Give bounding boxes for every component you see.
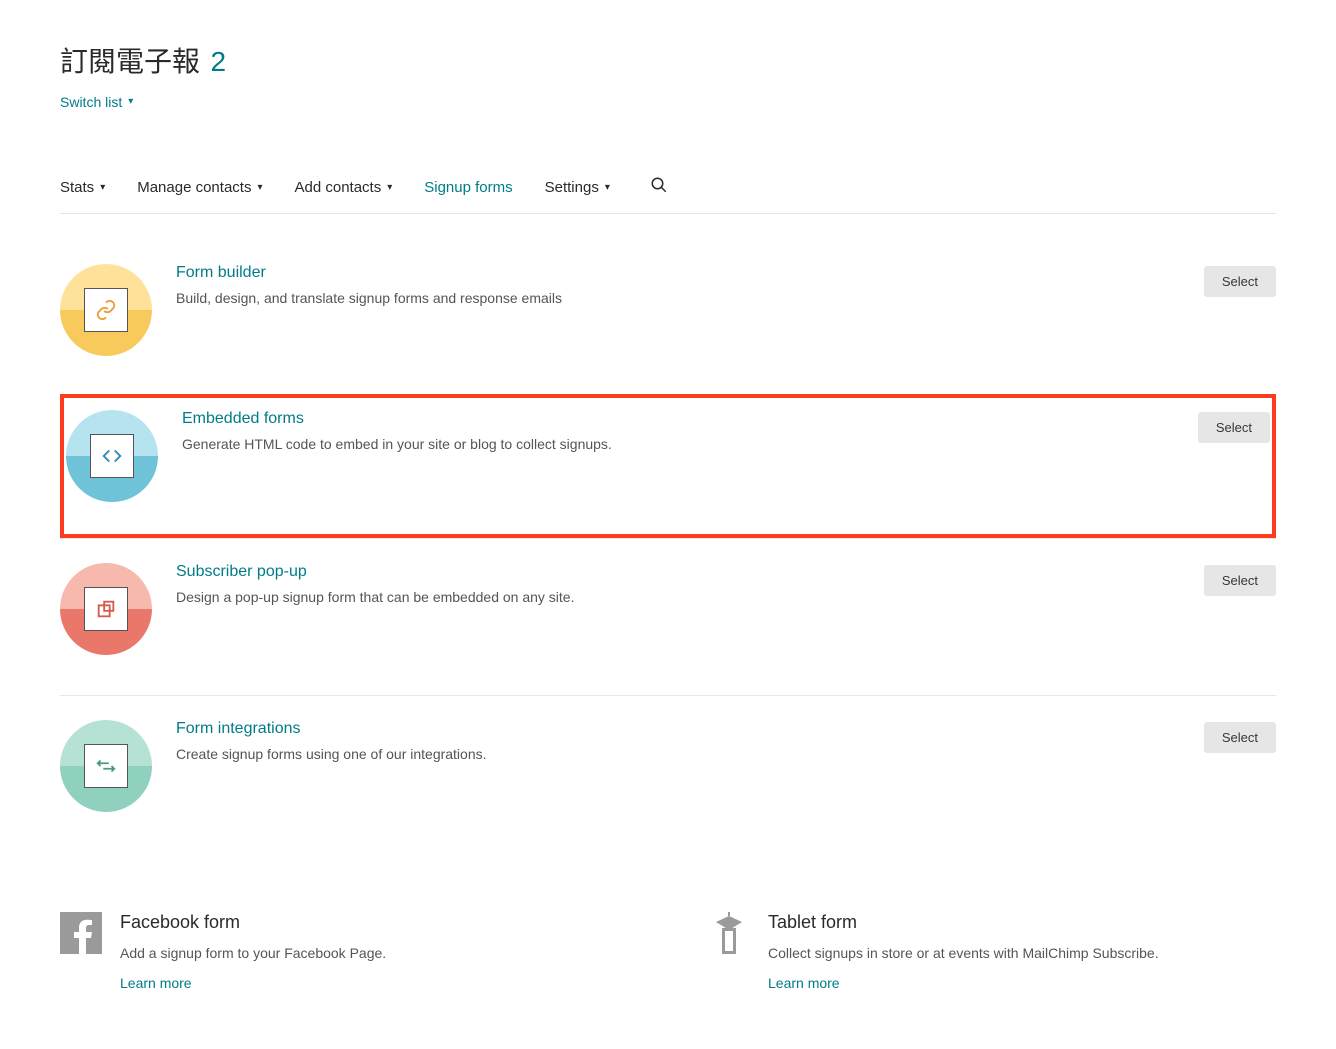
tab-manage-contacts[interactable]: Manage contacts ▾ <box>137 165 262 210</box>
tab-label: Settings <box>545 179 599 196</box>
card-text: Tablet form Collect signups in store or … <box>768 912 1159 993</box>
search-button[interactable] <box>650 162 668 213</box>
tab-stats[interactable]: Stats ▾ <box>60 165 105 210</box>
form-text: Form builder Build, design, and translat… <box>176 264 1180 309</box>
form-list: Form builder Build, design, and translat… <box>60 254 1276 852</box>
tab-settings[interactable]: Settings ▾ <box>545 165 610 210</box>
tablet-icon <box>708 912 750 954</box>
tab-add-contacts[interactable]: Add contacts ▾ <box>295 165 393 210</box>
form-row-embedded-forms: Embedded forms Generate HTML code to emb… <box>60 394 1276 538</box>
form-row-subscriber-popup: Subscriber pop-up Design a pop-up signup… <box>60 538 1276 695</box>
form-row-form-integrations: Form integrations Create signup forms us… <box>60 695 1276 852</box>
code-icon <box>101 445 123 467</box>
select-button[interactable]: Select <box>1204 565 1276 596</box>
card-desc: Collect signups in store or at events wi… <box>768 945 1159 961</box>
form-integrations-icon <box>60 720 152 812</box>
tab-label: Stats <box>60 179 94 196</box>
bottom-cards: Facebook form Add a signup form to your … <box>60 912 1276 993</box>
tab-label: Manage contacts <box>137 179 251 196</box>
page-header: 訂閱電子報 2 <box>60 40 1276 80</box>
switch-list-label: Switch list <box>60 94 122 110</box>
form-text: Form integrations Create signup forms us… <box>176 720 1180 765</box>
form-desc: Design a pop-up signup form that can be … <box>176 587 1180 608</box>
form-row-form-builder: Form builder Build, design, and translat… <box>60 254 1276 396</box>
learn-more-link[interactable]: Learn more <box>768 975 840 991</box>
arrows-icon <box>95 755 117 777</box>
embedded-forms-icon <box>66 410 158 502</box>
form-desc: Build, design, and translate signup form… <box>176 288 1180 309</box>
form-builder-icon <box>60 264 152 356</box>
tab-label: Add contacts <box>295 179 382 196</box>
card-tablet-form: Tablet form Collect signups in store or … <box>708 912 1276 993</box>
card-facebook-form: Facebook form Add a signup form to your … <box>60 912 628 993</box>
form-title-link[interactable]: Subscriber pop-up <box>176 563 1180 581</box>
chevron-down-icon: ▾ <box>387 183 392 193</box>
page-subscriber-count: 2 <box>210 46 226 77</box>
facebook-icon <box>60 912 102 954</box>
form-desc: Create signup forms using one of our int… <box>176 744 1180 765</box>
form-title-link[interactable]: Embedded forms <box>182 410 1174 428</box>
chevron-down-icon: ▾ <box>257 183 262 193</box>
card-title: Facebook form <box>120 912 386 933</box>
card-desc: Add a signup form to your Facebook Page. <box>120 945 386 961</box>
card-title: Tablet form <box>768 912 1159 933</box>
nav-tabs: Stats ▾ Manage contacts ▾ Add contacts ▾… <box>60 162 1276 214</box>
select-button[interactable]: Select <box>1204 266 1276 297</box>
card-text: Facebook form Add a signup form to your … <box>120 912 386 993</box>
form-title-link[interactable]: Form integrations <box>176 720 1180 738</box>
tab-signup-forms[interactable]: Signup forms <box>424 165 512 210</box>
form-desc: Generate HTML code to embed in your site… <box>182 434 1174 455</box>
form-text: Embedded forms Generate HTML code to emb… <box>182 410 1174 455</box>
switch-list-dropdown[interactable]: Switch list ▾ <box>60 94 133 110</box>
select-button[interactable]: Select <box>1198 412 1270 443</box>
popup-icon <box>95 598 117 620</box>
search-icon <box>650 176 668 194</box>
form-title-link[interactable]: Form builder <box>176 264 1180 282</box>
subscriber-popup-icon <box>60 563 152 655</box>
chevron-down-icon: ▾ <box>605 183 610 193</box>
link-icon <box>95 299 117 321</box>
select-button[interactable]: Select <box>1204 722 1276 753</box>
learn-more-link[interactable]: Learn more <box>120 975 192 991</box>
chevron-down-icon: ▾ <box>128 97 133 107</box>
tab-label: Signup forms <box>424 179 512 196</box>
form-text: Subscriber pop-up Design a pop-up signup… <box>176 563 1180 608</box>
page-title: 訂閱電子報 <box>60 40 200 80</box>
chevron-down-icon: ▾ <box>100 183 105 193</box>
